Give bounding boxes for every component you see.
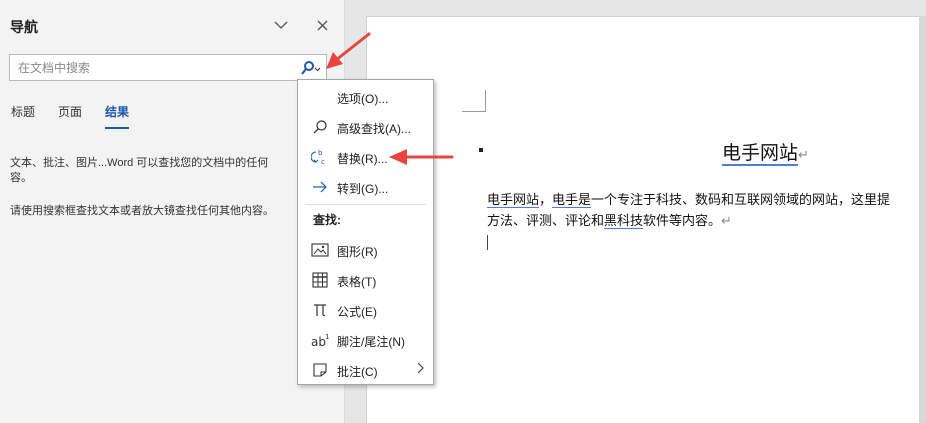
- menu-item-equations[interactable]: 公式(E): [298, 295, 433, 325]
- menu-divider: [306, 204, 426, 205]
- svg-text:1: 1: [325, 333, 329, 341]
- menu-item-goto[interactable]: 转到(G)...: [298, 172, 433, 202]
- svg-text:c: c: [321, 158, 325, 166]
- footnote-icon: ab 1: [311, 331, 329, 349]
- menu-item-label: 替换(R)...: [337, 152, 388, 166]
- menu-item-options[interactable]: 选项(O)...: [298, 82, 433, 112]
- text-brand: 电手是: [552, 192, 592, 208]
- text-content-types: 方法、评测、评论和: [487, 213, 605, 228]
- search-icon: [311, 118, 329, 136]
- comment-icon: [311, 361, 329, 379]
- svg-text:b: b: [318, 149, 323, 157]
- text-comma: ，: [539, 192, 553, 207]
- search-input[interactable]: [10, 55, 290, 80]
- return-mark: ↵: [721, 213, 732, 228]
- document-paragraph-line-1[interactable]: 电手网站，电手是一个专注于科技、数码和互联网领域的网站，这里提: [487, 190, 919, 210]
- nav-info-text-3: 请使用搜索框查找文本或者放大镜查找任何其他内容。: [10, 205, 274, 217]
- vertical-scrollbar[interactable]: [919, 16, 926, 423]
- nav-pane-title: 导航: [10, 19, 38, 35]
- heading-text: 电手网站: [722, 143, 799, 166]
- menu-item-label: 图形(R): [337, 245, 378, 259]
- text-site-name: 电手网站: [487, 192, 540, 208]
- menu-item-replace[interactable]: b c 替换(R)...: [298, 142, 433, 172]
- menu-item-comments[interactable]: 批注(C): [298, 355, 433, 385]
- return-mark: ↵: [798, 147, 809, 162]
- pi-icon: [311, 301, 329, 319]
- navigation-pane: 导航 标题 页面 结果 文本、批注、图片...Word 可以查找您的文档中的任何…: [0, 0, 345, 423]
- tab-pages[interactable]: 页面: [58, 103, 82, 129]
- text-black-tech: 黑科技: [604, 213, 644, 229]
- search-icon: [301, 61, 321, 75]
- close-icon[interactable]: [311, 14, 333, 36]
- menu-item-label: 批注(C): [337, 365, 378, 379]
- chevron-down-icon[interactable]: [270, 14, 292, 36]
- image-icon: [311, 241, 329, 259]
- document-paragraph-line-2[interactable]: 方法、评测、评论和黑科技软件等内容。↵: [487, 211, 919, 231]
- tab-results[interactable]: 结果: [105, 103, 130, 129]
- svg-text:ab: ab: [311, 335, 326, 348]
- menu-item-label: 脚注/尾注(N): [337, 335, 405, 349]
- table-icon: [311, 271, 329, 289]
- text-content-end: 软件等内容。: [643, 213, 722, 228]
- replace-icon: b c: [311, 148, 329, 166]
- paragraph-bullet: [479, 148, 483, 152]
- nav-info-text-1: 文本、批注、图片...Word 可以查找您的文档中的任何: [10, 157, 269, 169]
- search-options-button[interactable]: [298, 58, 324, 78]
- menu-item-graphics[interactable]: 图形(R): [298, 235, 433, 265]
- menu-item-footnotes[interactable]: ab 1 脚注/尾注(N): [298, 325, 433, 355]
- menu-item-label: 选项(O)...: [337, 92, 389, 106]
- menu-item-advanced-find[interactable]: 高级查找(A)...: [298, 112, 433, 142]
- arrow-right-icon: [311, 178, 329, 196]
- chevron-right-icon: [417, 362, 424, 377]
- tab-headings[interactable]: 标题: [11, 103, 35, 129]
- menu-item-tables[interactable]: 表格(T): [298, 265, 433, 295]
- search-box: [9, 54, 327, 81]
- document-heading[interactable]: 电手网站↵: [722, 138, 809, 166]
- nav-tabs: 标题 页面 结果: [11, 103, 152, 129]
- text-cursor: [487, 235, 488, 250]
- search-options-menu: 选项(O)... 高级查找(A)... b c 替换(R)... 转到(G)..…: [297, 79, 434, 385]
- text-description: 一个专注于科技、数码和互联网领域的网站，这里提: [591, 192, 891, 207]
- menu-section-find-heading: 查找:: [313, 213, 341, 227]
- menu-item-label: 转到(G)...: [337, 182, 389, 196]
- margin-corner-mark: [462, 90, 486, 112]
- menu-item-label: 表格(T): [337, 275, 377, 289]
- menu-item-label: 公式(E): [337, 305, 377, 319]
- nav-info-text-2: 容。: [10, 172, 32, 184]
- menu-item-label: 高级查找(A)...: [337, 122, 411, 136]
